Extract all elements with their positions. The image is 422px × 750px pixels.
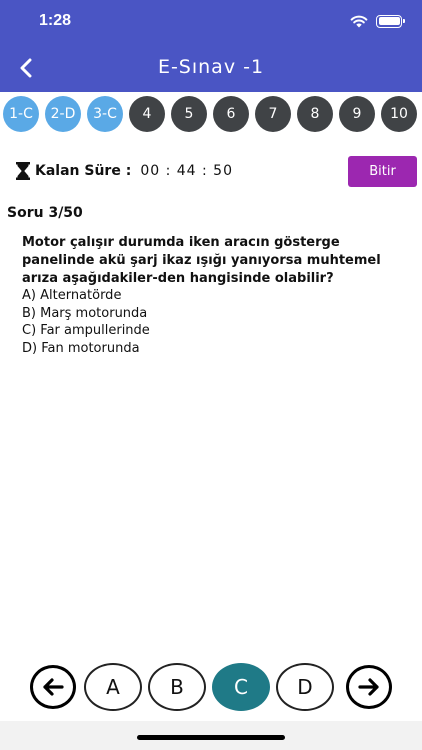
wifi-icon: [350, 15, 368, 28]
question-nav-item-1[interactable]: 1-C: [3, 96, 39, 132]
app-header: 1:28 E-Sınav -1: [0, 0, 422, 92]
previous-button[interactable]: [30, 665, 76, 709]
arrow-right-icon: [358, 678, 379, 696]
option-c: C) Far ampullerinde: [22, 323, 150, 338]
option-a: A) Alternatörde: [22, 288, 122, 303]
page-title: E-Sınav -1: [157, 56, 265, 78]
finish-button[interactable]: Bitir: [348, 156, 417, 187]
option-d: D) Fan motorunda: [22, 340, 140, 356]
timer-label: Kalan Süre :: [35, 163, 132, 179]
question-nav: 1-C 2-D 3-C 4 5 6 7 8 9 10: [0, 96, 422, 132]
option-b: B) Marş motorunda: [22, 305, 148, 321]
options-list: A) Alternatörde B) Marş motorunda C) Far…: [22, 287, 150, 357]
answer-bar: A B C D: [0, 655, 422, 721]
question-nav-item-7[interactable]: 7: [255, 96, 291, 132]
question-nav-item-6[interactable]: 6: [213, 96, 249, 132]
question-nav-item-2[interactable]: 2-D: [45, 96, 81, 132]
answer-a-button[interactable]: A: [84, 663, 142, 711]
question-nav-item-10[interactable]: 10: [381, 96, 417, 132]
arrow-left-icon: [43, 678, 64, 696]
home-indicator-area: [0, 721, 422, 750]
question-nav-item-5[interactable]: 5: [171, 96, 207, 132]
answer-c-button[interactable]: C: [212, 663, 270, 711]
timer: Kalan Süre : 00 : 44 : 50: [16, 162, 233, 180]
question-nav-item-8[interactable]: 8: [297, 96, 333, 132]
status-icons: [350, 14, 405, 28]
question-number: Soru 3/50: [7, 205, 83, 221]
question-text: Motor çalışır durumda iken aracın göster…: [22, 235, 381, 286]
home-indicator[interactable]: [137, 735, 285, 740]
hourglass-icon: [16, 162, 30, 180]
answer-d-button[interactable]: D: [276, 663, 334, 711]
question-nav-item-9[interactable]: 9: [339, 96, 375, 132]
question-nav-item-3[interactable]: 3-C: [87, 96, 123, 132]
status-time: 1:28: [39, 12, 72, 29]
answer-b-button[interactable]: B: [148, 663, 206, 711]
next-button[interactable]: [346, 665, 392, 709]
battery-icon: [376, 14, 405, 28]
timer-value: 00 : 44 : 50: [140, 163, 233, 179]
question-nav-item-4[interactable]: 4: [129, 96, 165, 132]
